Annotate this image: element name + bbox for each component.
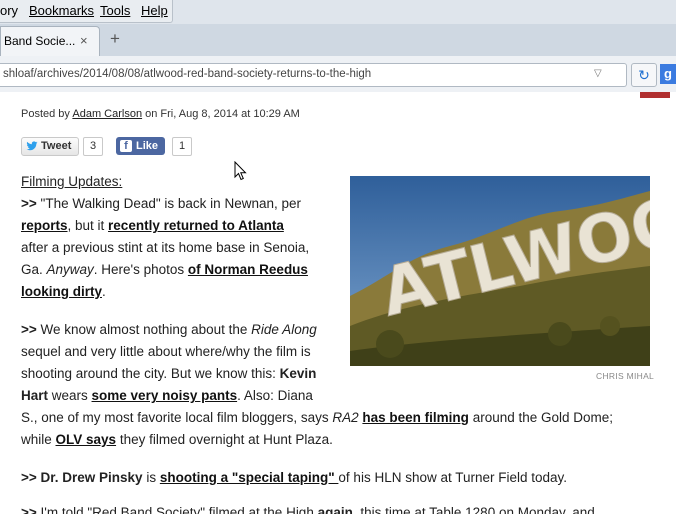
paragraph-2-line-6: while OLV says they filmed overnight at …: [21, 432, 333, 447]
text-span: . Also: Diana: [237, 388, 313, 403]
decorative-bar: [640, 92, 670, 98]
paragraph-1-line-5: looking dirty.: [21, 284, 106, 299]
text-span: shooting around the city. But we know th…: [21, 366, 280, 381]
returned-atlanta-link[interactable]: recently returned to Atlanta: [108, 218, 284, 233]
like-label: Like: [136, 140, 159, 152]
menu-bar: ory Bookmarks Tools Help: [0, 0, 173, 23]
author-link[interactable]: Adam Carlson: [72, 108, 142, 120]
menu-help[interactable]: Help: [141, 3, 168, 18]
chevron-marker: >>: [21, 322, 37, 337]
paragraph-1-line-3: after a previous stint at its home base …: [21, 240, 310, 255]
facebook-icon: f: [120, 140, 132, 152]
text-span: Ga.: [21, 262, 47, 277]
chevron-marker: >>: [21, 196, 37, 211]
text-bold: >> Dr. Drew Pinsky: [21, 470, 143, 485]
text-span: , this time at Table 1280 on Monday, and: [352, 505, 595, 514]
dropdown-arrow-icon[interactable]: ▽: [594, 68, 602, 79]
text-emphasis: Ride Along: [251, 322, 317, 337]
navigation-bar: shloaf/archives/2014/08/08/atlwood-red-b…: [0, 56, 676, 93]
text-emphasis: Anyway: [46, 262, 94, 277]
paragraph-1-line-2: reports, but it recently returned to Atl…: [21, 218, 284, 233]
text-span: wears: [48, 388, 92, 403]
text-bold: Kevin: [279, 366, 317, 381]
close-icon[interactable]: ×: [80, 33, 88, 48]
menu-bookmarks[interactable]: Bookmarks: [29, 3, 94, 18]
paragraph-2-line-1: >> We know almost nothing about the Ride…: [21, 322, 317, 337]
address-bar[interactable]: shloaf/archives/2014/08/08/atlwood-red-b…: [0, 63, 627, 87]
byline-prefix: Posted by: [21, 108, 73, 120]
paragraph-2-line-5: S., one of my most favorite local film b…: [21, 410, 613, 425]
has-been-filming-link[interactable]: has been filming: [362, 410, 469, 425]
text-span: is: [142, 470, 160, 485]
mouse-cursor-icon: [234, 161, 247, 181]
reports-link[interactable]: reports: [21, 218, 68, 233]
post-date: on Fri, Aug 8, 2014 at 10:29 AM: [142, 108, 300, 120]
chevron-marker: >>: [21, 505, 37, 514]
twitter-bird-icon: [26, 141, 38, 151]
text-span: , but it: [67, 218, 109, 233]
norman-reedus-link[interactable]: of Norman Reedus: [188, 262, 308, 277]
paragraph-2-line-3: shooting around the city. But we know th…: [21, 366, 316, 381]
tab-strip: Band Socie... × +: [0, 24, 676, 57]
facebook-like-button[interactable]: f Like: [116, 137, 165, 155]
paragraph-1-line-1: >> "The Walking Dead" is back in Newnan,…: [21, 196, 301, 211]
text-bold: Hart: [21, 388, 49, 403]
post-byline: Posted by Adam Carlson on Fri, Aug 8, 20…: [21, 108, 300, 120]
text-span: I'm told "Red Band Society" filmed at th…: [36, 505, 318, 514]
paragraph-1-line-4: Ga. Anyway. Here's photos of Norman Reed…: [21, 262, 308, 277]
menu-tools[interactable]: Tools: [100, 3, 130, 18]
new-tab-button[interactable]: +: [110, 29, 120, 49]
text-span: .: [102, 284, 106, 299]
paragraph-3: >> Dr. Drew Pinsky is shooting a "specia…: [21, 470, 567, 485]
text-span: . Here's photos: [93, 262, 188, 277]
text-span: they filmed overnight at Hunt Plaza.: [116, 432, 333, 447]
text-span: "The Walking Dead" is back in Newnan, pe…: [36, 196, 301, 211]
menu-history[interactable]: ory: [0, 3, 18, 18]
looking-dirty-link[interactable]: looking dirty: [21, 284, 102, 299]
article-heading: Filming Updates:: [21, 174, 123, 189]
text-span: of his HLN show at Turner Field today.: [338, 470, 568, 485]
paragraph-2-line-2: sequel and very little about where/why t…: [21, 344, 311, 359]
photo-credit: CHRIS MIHAL: [596, 371, 655, 381]
text-span: while: [21, 432, 56, 447]
special-taping-link[interactable]: shooting a "special taping": [160, 470, 339, 485]
text-span: We know almost nothing about the: [36, 322, 252, 337]
reload-icon[interactable]: ↻: [631, 63, 657, 87]
paragraph-4: >> I'm told "Red Band Society" filmed at…: [21, 505, 595, 514]
address-text: shloaf/archives/2014/08/08/atlwood-red-b…: [3, 68, 372, 80]
tweet-count: 3: [83, 137, 103, 156]
text-bold: again: [317, 505, 353, 514]
tweet-label: Tweet: [41, 140, 72, 152]
tab-title: Band Socie...: [4, 34, 76, 48]
olv-says-link[interactable]: OLV says: [56, 432, 117, 447]
text-span: around the Gold Dome;: [468, 410, 614, 425]
text-emphasis: RA2: [332, 410, 359, 425]
tab-active[interactable]: Band Socie... ×: [0, 26, 100, 57]
like-count: 1: [172, 137, 192, 156]
tweet-button[interactable]: Tweet: [21, 137, 79, 156]
text-span: S., one of my most favorite local film b…: [21, 410, 333, 425]
paragraph-2-line-4: Hart wears some very noisy pants. Also: …: [21, 388, 313, 403]
noisy-pants-link[interactable]: some very noisy pants: [92, 388, 238, 403]
browser-chrome: ory Bookmarks Tools Help Band Socie... ×…: [0, 0, 676, 93]
atlwood-sign-photo: ATLWOOD: [350, 176, 650, 366]
page-content: Posted by Adam Carlson on Fri, Aug 8, 20…: [0, 92, 676, 514]
google-search-icon[interactable]: g: [660, 64, 676, 84]
